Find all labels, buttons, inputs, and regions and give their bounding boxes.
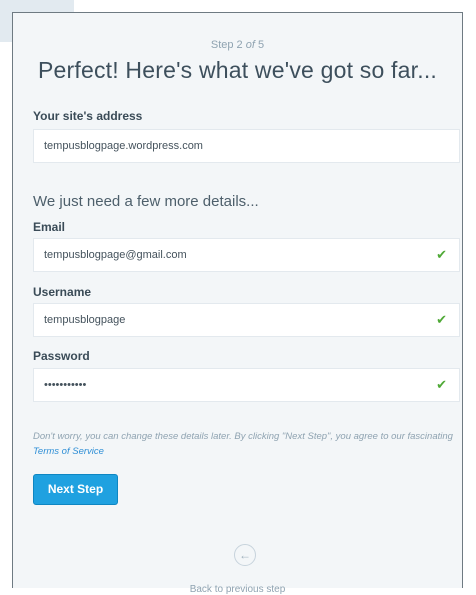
details-subheading: We just need a few more details... [33, 193, 259, 210]
terms-note-text: Don't worry, you can change these detail… [33, 431, 453, 442]
username-value: tempusblogpage [44, 314, 126, 326]
terms-note: Don't worry, you can change these detail… [33, 429, 453, 459]
page-title: Perfect! Here's what we've got so far... [37, 57, 437, 83]
checkmark-icon: ✔ [436, 312, 447, 327]
email-label: Email [33, 220, 66, 234]
back-link[interactable]: Back to previous step [13, 584, 462, 595]
site-address-value: tempusblogpage.wordpress.com [44, 140, 203, 152]
step-indicator: Step 2 of 5 [13, 39, 462, 51]
email-value: tempusblogpage@gmail.com [44, 249, 187, 261]
signup-panel: Step 2 of 5 Perfect! Here's what we've g… [12, 12, 463, 595]
step-prefix: Step 2 [210, 39, 246, 51]
email-field[interactable]: tempusblogpage@gmail.com ✔ [33, 238, 460, 272]
left-arrow-icon[interactable]: ← [234, 544, 256, 566]
password-field[interactable]: ••••••••••• ✔ [33, 368, 460, 402]
site-address-field[interactable]: tempusblogpage.wordpress.com [33, 129, 460, 163]
checkmark-icon: ✔ [436, 247, 447, 262]
step-suffix: 5 [254, 39, 265, 51]
terms-of-service-link[interactable]: Terms of Service [33, 446, 104, 457]
checkmark-icon: ✔ [436, 377, 447, 392]
username-field[interactable]: tempusblogpage ✔ [33, 303, 460, 337]
password-label: Password [33, 349, 90, 363]
next-step-button[interactable]: Next Step [33, 474, 118, 505]
password-value: ••••••••••• [44, 379, 87, 391]
step-of: of [245, 39, 255, 51]
site-address-label: Your site's address [33, 109, 143, 123]
username-label: Username [33, 285, 92, 299]
